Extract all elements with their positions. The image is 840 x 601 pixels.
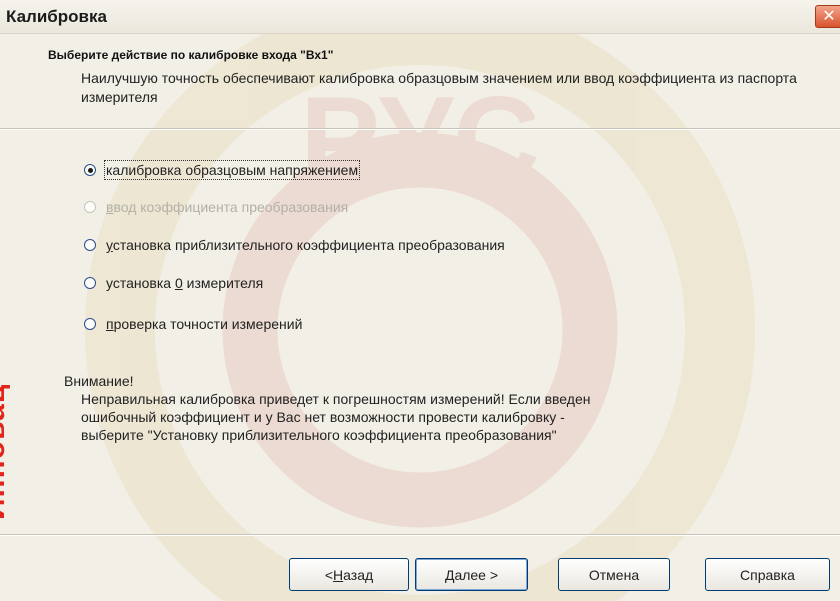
warning-line: ошибочный коэффициент и у Вас нет возмож…	[81, 409, 565, 425]
calibration-dialog: РУС Калибровка ✕ Выберите действие по ка…	[0, 0, 840, 601]
option-enter-coefficient[interactable]: ввод коэффициента преобразования	[84, 198, 348, 216]
option-label: установка приблизительного коэффициента …	[106, 237, 505, 253]
radio-check-accuracy[interactable]	[84, 318, 96, 330]
step-title: Выберите действие по калибровке входа "В…	[48, 48, 334, 62]
side-brand-text: Инновац	[0, 383, 11, 520]
option-check-accuracy[interactable]: проверка точности измерений	[84, 315, 302, 333]
radio-set-zero[interactable]	[84, 277, 96, 289]
close-icon: ✕	[822, 8, 836, 25]
header-divider	[0, 128, 840, 130]
option-label: установка 0 измерителя	[106, 275, 264, 291]
warning-line: выберите "Установку приблизительного коэ…	[81, 427, 557, 443]
option-label: ввод коэффициента преобразования	[106, 199, 349, 215]
option-set-zero[interactable]: установка 0 измерителя	[84, 274, 263, 292]
option-approx-coefficient[interactable]: установка приблизительного коэффициента …	[84, 236, 505, 254]
next-button[interactable]: Далее >	[415, 558, 528, 591]
radio-approx-coefficient[interactable]	[84, 239, 96, 251]
radio-enter-coefficient[interactable]	[84, 201, 96, 213]
warning-line: Неправильная калибровка приведет к погре…	[81, 391, 591, 407]
option-label: проверка точности измерений	[106, 316, 303, 332]
option-label: калибровка образцовым напряжением	[103, 160, 361, 180]
close-button[interactable]: ✕	[815, 5, 840, 28]
window-title: Калибровка	[6, 7, 107, 26]
back-button[interactable]: < Назад	[289, 558, 409, 591]
footer-divider	[0, 534, 840, 536]
warning-text: Неправильная калибровка приведет к погре…	[81, 390, 781, 444]
option-reference-voltage[interactable]: калибровка образцовым напряжением	[84, 160, 361, 180]
step-description: Наилучшую точность обеспечивают калибров…	[81, 70, 797, 105]
help-button[interactable]: Справка	[705, 558, 830, 591]
radio-reference-voltage[interactable]	[84, 164, 96, 176]
warning-title: Внимание!	[64, 373, 134, 389]
cancel-button[interactable]: Отмена	[558, 558, 670, 591]
title-bar[interactable]: Калибровка ✕	[0, 0, 840, 34]
